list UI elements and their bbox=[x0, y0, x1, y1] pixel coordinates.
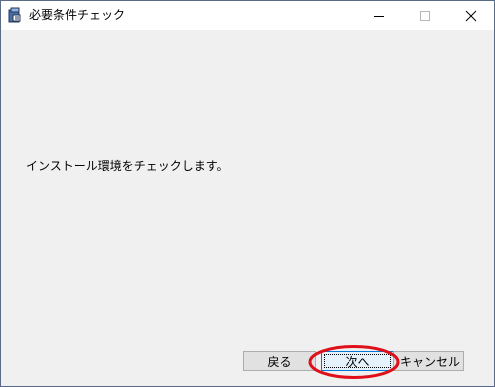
cancel-button[interactable]: キャンセル bbox=[393, 351, 464, 371]
minimize-button[interactable] bbox=[356, 1, 402, 30]
next-button[interactable]: 次へ bbox=[321, 351, 394, 371]
close-icon bbox=[465, 10, 477, 22]
close-button[interactable] bbox=[448, 1, 494, 30]
dialog-window: 必要条件チェック インストール環境をチェックします。 戻る 次へ キャンセル bbox=[0, 0, 495, 387]
focus-ring bbox=[324, 354, 391, 368]
maximize-button[interactable] bbox=[402, 1, 448, 30]
minimize-icon bbox=[374, 16, 384, 17]
maximize-icon bbox=[420, 11, 430, 21]
window-title: 必要条件チェック bbox=[29, 8, 126, 22]
installer-icon bbox=[7, 7, 23, 23]
status-message: インストール環境をチェックします。 bbox=[26, 159, 229, 173]
back-button[interactable]: 戻る bbox=[243, 351, 316, 371]
title-bar[interactable]: 必要条件チェック bbox=[1, 1, 494, 30]
